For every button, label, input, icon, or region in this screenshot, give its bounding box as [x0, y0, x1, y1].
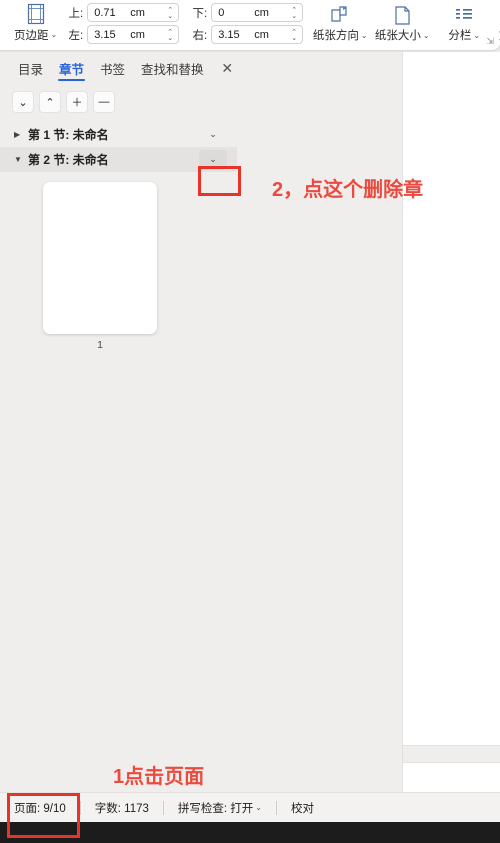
status-divider: [162, 800, 164, 815]
move-up-button[interactable]: ⌃: [39, 91, 61, 113]
margin-top-unit: cm: [130, 6, 145, 19]
margin-right-stepper[interactable]: ⌃ ⌄: [288, 29, 300, 42]
twisty-expanded-icon[interactable]: ▼: [14, 155, 28, 164]
status-word-count[interactable]: 字数: 1173: [95, 800, 149, 816]
status-divider: [276, 800, 277, 815]
page-thumbnail-1-preview[interactable]: [43, 182, 157, 334]
margin-left-value: 3.15: [94, 28, 116, 41]
move-down-button[interactable]: ⌄: [12, 91, 34, 113]
margin-bottom-value: 0: [218, 6, 225, 19]
page-margins-icon: [26, 2, 46, 26]
margin-left-label: 左:: [68, 29, 84, 42]
paper-size-label: 纸张大小: [374, 30, 421, 42]
margin-right-label: 右:: [192, 29, 208, 42]
chevron-up-icon: ⌃: [45, 96, 55, 109]
bottom-black-bar: [0, 822, 500, 843]
section-menu-caret-2[interactable]: ⌄: [199, 149, 227, 170]
section-toolbar: ⌄ ⌃ ＋ —: [0, 85, 237, 119]
remove-section-button[interactable]: —: [93, 91, 115, 113]
twisty-collapsed-icon[interactable]: ▶: [14, 130, 28, 139]
page-margins-button[interactable]: 页边距 ⌄: [14, 0, 57, 43]
status-page-indicator[interactable]: 页面: 9/10: [14, 800, 66, 816]
paper-orientation-icon: [329, 2, 351, 27]
tab-sections-label: 章节: [59, 63, 85, 77]
margin-top-field[interactable]: 0.71 cm ⌃ ⌄: [87, 3, 180, 22]
page-thumbnail-list: 1: [0, 172, 237, 351]
paper-size-button[interactable]: 纸张大小 ⌄: [371, 2, 433, 43]
margin-left-stepper[interactable]: ⌃ ⌄: [164, 29, 176, 42]
chevron-down-icon: ⌄: [360, 30, 368, 40]
columns-label: 分栏: [448, 30, 472, 42]
margin-bottom-field[interactable]: 0 cm ⌃ ⌄: [211, 3, 304, 22]
status-bar: 页面: 9/10 字数: 1173 拼写检查: 打开 ⌄ 校对: [0, 792, 500, 822]
status-spellcheck[interactable]: 拼写检查: 打开 ⌄: [178, 800, 262, 816]
navigation-panel: 目录 章节 书签 查找和替换 ✕ ⌄ ⌃ ＋ — ▶ 第 1 节: 未命名 ⌄ …: [0, 52, 237, 792]
chevron-down-icon: ⌄: [50, 30, 58, 39]
tab-find-replace-label: 查找和替换: [141, 63, 204, 77]
navigation-tabs: 目录 章节 书签 查找和替换 ✕: [0, 52, 237, 85]
document-area[interactable]: [237, 52, 500, 792]
margin-bottom-unit: cm: [254, 6, 269, 19]
chevron-down-icon: ⌄: [255, 803, 262, 812]
section-menu-caret-1[interactable]: ⌄: [199, 125, 227, 145]
plus-icon: ＋: [71, 97, 83, 109]
margin-top-value: 0.71: [94, 6, 116, 19]
margin-left-unit: cm: [130, 28, 145, 41]
page-thumbnail-1-number: 1: [97, 339, 103, 351]
margin-right-unit: cm: [254, 28, 269, 41]
status-proofread[interactable]: 校对: [291, 800, 314, 816]
margin-top-stepper[interactable]: ⌃ ⌄: [164, 7, 176, 20]
page-layout-ribbon: 页边距 ⌄ 上: 0.71 cm ⌃ ⌄ 下: 0 cm ⌃ ⌄ 左: 3.15…: [0, 0, 500, 50]
margin-left-field[interactable]: 3.15 cm ⌃ ⌄: [87, 25, 180, 44]
chevron-down-icon: ⌄: [422, 30, 430, 40]
tab-contents[interactable]: 目录: [10, 54, 51, 84]
chevron-down-icon: ⌄: [473, 30, 481, 40]
page-setup-button-group: 纸张方向 ⌄ 纸张大小 ⌄ 分栏 ⌄: [309, 0, 500, 43]
tab-find-replace[interactable]: 查找和替换: [133, 54, 212, 84]
page-thumbnail-1[interactable]: 1: [20, 182, 180, 351]
section-tree: ▶ 第 1 节: 未命名 ⌄ ▼ 第 2 节: 未命名 ⌄: [0, 119, 237, 172]
margin-top-label: 上:: [68, 7, 84, 20]
status-divider: [79, 800, 81, 815]
chevron-down-icon: ⌄: [18, 96, 28, 109]
tab-contents-label: 目录: [18, 63, 44, 77]
minus-icon: —: [98, 96, 110, 108]
status-spellcheck-label: 拼写检查: 打开: [177, 802, 254, 815]
text-direction-button[interactable]: 文字方向 ⌄: [495, 2, 500, 43]
app-root: 页边距 ⌄ 上: 0.71 cm ⌃ ⌄ 下: 0 cm ⌃ ⌄ 左: 3.15…: [0, 0, 500, 843]
tab-bookmarks-label: 书签: [100, 63, 126, 77]
document-gutter: [237, 52, 403, 792]
margin-fields-group: 上: 0.71 cm ⌃ ⌄ 下: 0 cm ⌃ ⌄ 左: 3.15 cm ⌃ …: [59, 0, 304, 44]
section-tree-item-1[interactable]: ▶ 第 1 节: 未命名 ⌄: [0, 122, 237, 147]
ribbon-expand-icon[interactable]: ⇲: [486, 36, 494, 47]
paper-orientation-label: 纸张方向: [312, 30, 359, 42]
section-tree-item-2-label: 第 2 节: 未命名: [28, 153, 109, 167]
document-page-2[interactable]: [403, 763, 500, 792]
margin-right-field[interactable]: 3.15 cm ⌃ ⌄: [211, 25, 304, 44]
section-tree-item-1-label: 第 1 节: 未命名: [28, 128, 109, 142]
add-section-button[interactable]: ＋: [66, 91, 88, 113]
section-tree-item-2[interactable]: ▼ 第 2 节: 未命名 ⌄: [0, 147, 237, 172]
close-icon[interactable]: ✕: [218, 59, 237, 79]
margin-right-value: 3.15: [218, 28, 240, 41]
paper-orientation-button[interactable]: 纸张方向 ⌄: [309, 2, 371, 43]
tab-bookmarks[interactable]: 书签: [92, 54, 133, 84]
margin-bottom-stepper[interactable]: ⌃ ⌄: [288, 7, 300, 20]
columns-icon: [454, 2, 474, 27]
tab-sections[interactable]: 章节: [51, 54, 92, 84]
document-page-1[interactable]: [403, 52, 500, 745]
page-margins-label: 页边距: [14, 30, 49, 42]
paper-size-icon: [392, 2, 412, 27]
margin-bottom-label: 下:: [192, 7, 208, 20]
